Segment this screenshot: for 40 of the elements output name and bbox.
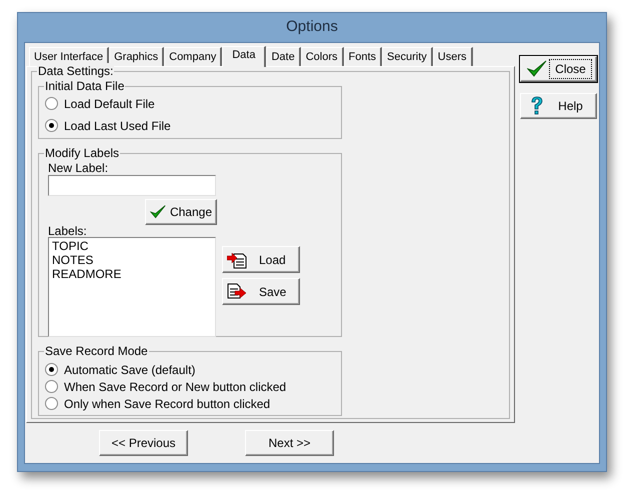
window-title: Options (286, 17, 338, 38)
radio-label: Automatic Save (default) (64, 362, 196, 378)
list-item[interactable]: TOPIC (52, 239, 215, 253)
previous-button[interactable]: << Previous (99, 430, 188, 456)
radio-button[interactable] (45, 380, 58, 393)
next-button[interactable]: Next >> (245, 430, 334, 456)
labels-list[interactable]: TOPIC NOTES READMORE (48, 237, 216, 337)
help-button[interactable]: Help (520, 93, 597, 119)
group-title: Modify Labels (44, 145, 120, 161)
radio-button[interactable] (45, 119, 58, 132)
radio-button[interactable] (45, 397, 58, 410)
radio-button[interactable] (45, 363, 58, 376)
radio-button[interactable] (45, 97, 58, 110)
checkmark-icon (527, 60, 547, 78)
radio-label: When Save Record or New button clicked (64, 378, 286, 396)
list-item[interactable]: READMORE (52, 267, 215, 281)
change-button[interactable]: Change (145, 199, 217, 225)
radio-label: Only when Save Record button clicked (64, 396, 270, 412)
tab[interactable]: Date (266, 47, 301, 66)
document-import-icon (227, 250, 247, 268)
save-button[interactable]: Save (222, 278, 300, 305)
tab[interactable]: Fonts (344, 47, 382, 66)
tab[interactable]: Company (164, 47, 222, 66)
document-export-icon (227, 282, 247, 300)
group-title: Data Settings: (37, 63, 114, 79)
tab[interactable]: Users (432, 47, 472, 66)
radio-label: Load Default File (64, 96, 155, 112)
question-mark-icon (530, 96, 544, 116)
tab[interactable]: Graphics (109, 47, 164, 66)
field-label: New Label: (48, 161, 110, 175)
tab[interactable]: Security (382, 47, 433, 66)
tab[interactable]: Data (222, 46, 266, 67)
checkmark-icon (150, 203, 166, 221)
new-label-field[interactable] (48, 175, 216, 196)
load-button[interactable]: Load (222, 246, 300, 273)
radio-label: Load Last Used File (64, 118, 171, 134)
tab[interactable]: Colors (300, 47, 344, 66)
close-button[interactable]: Close (520, 56, 597, 82)
list-item[interactable]: NOTES (52, 253, 215, 267)
field-label: Labels: (48, 225, 88, 237)
